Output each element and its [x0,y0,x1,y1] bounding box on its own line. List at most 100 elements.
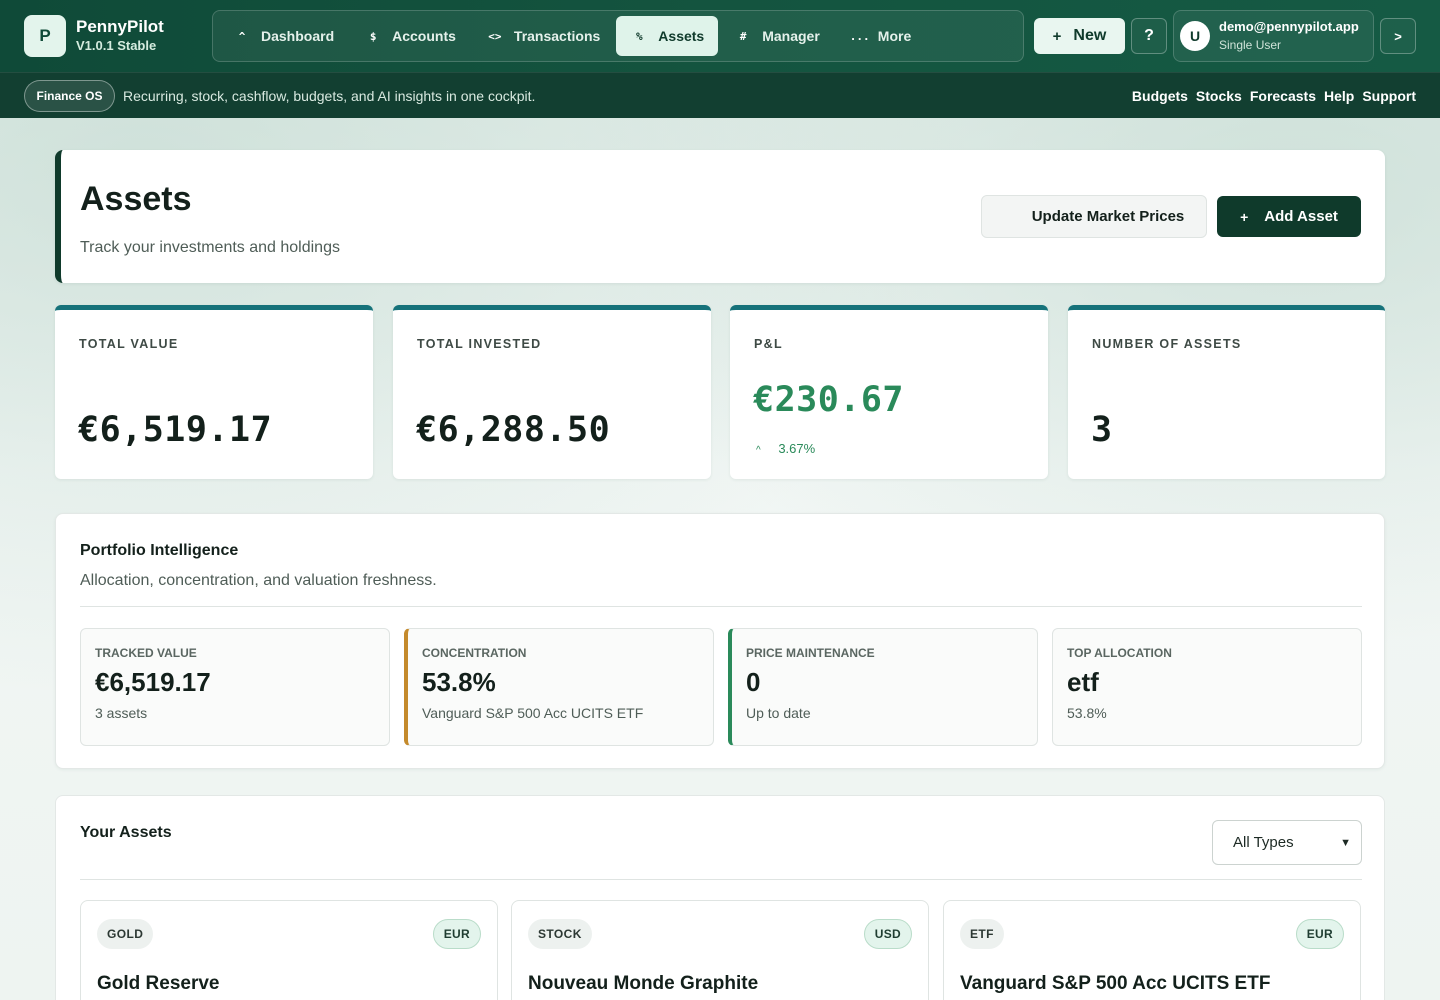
asset-name: Vanguard S&P 500 Acc UCITS ETF [960,973,1271,994]
nav-item-dashboard[interactable]: ^ Dashboard [219,16,348,56]
nav-item-label: More [877,28,912,44]
new-button[interactable]: + New [1034,18,1125,54]
currency-badge: USD [863,919,912,949]
currency-badge: EUR [432,919,481,949]
transfer-icon: <> [488,29,502,43]
plus-icon: + [1240,208,1249,225]
stat-value: €230.67 [753,380,905,420]
arrow-up-icon: ^ [756,445,761,456]
finance-os-badge: Finance OS [24,80,115,112]
divider [80,879,1362,880]
link-support[interactable]: Support [1362,88,1416,104]
stat-label: NUMBER OF ASSETS [1092,337,1242,351]
hash-icon: # [739,29,747,43]
asset-name: Nouveau Monde Graphite [528,973,759,994]
nav-item-label: Dashboard [261,28,335,44]
asset-name: Gold Reserve [97,973,220,994]
stat-number-of-assets: NUMBER OF ASSETS 3 [1068,305,1385,479]
user-menu[interactable]: U demo@pennypilot.app Single User [1173,10,1374,62]
stat-value: €6,288.50 [416,410,611,450]
asset-card[interactable]: ETF EUR Vanguard S&P 500 Acc UCITS ETF [943,900,1361,1000]
ellipsis-icon: ... [849,29,870,43]
card-sub: Vanguard S&P 500 Acc UCITS ETF [422,705,644,721]
pnl-change-value: 3.67% [778,441,816,456]
card-value: etf [1067,667,1099,697]
dollar-icon: $ [369,29,377,43]
card-sub: 3 assets [95,705,148,721]
stat-total-value: TOTAL VALUE €6,519.17 [55,305,373,479]
quick-links: Budgets Stocks Forecasts Help Support [1124,88,1416,104]
asset-type-select[interactable]: All Types ▼ [1212,820,1362,865]
stat-label: TOTAL VALUE [79,337,179,351]
update-market-prices-button[interactable]: Update Market Prices [981,195,1207,238]
card-sub: 53.8% [1067,705,1107,721]
nav-item-transactions[interactable]: <> Transactions [472,16,614,56]
add-asset-label: Add Asset [1264,208,1338,225]
asset-type-badge: ETF [960,919,1004,949]
stat-value: 3 [1091,410,1113,450]
card-label: CONCENTRATION [422,646,527,660]
add-asset-button[interactable]: + Add Asset [1217,196,1361,237]
stat-pnl: P&L €230.67 ^ 3.67% [730,305,1048,479]
card-label: TOP ALLOCATION [1067,646,1172,660]
stat-value: €6,519.17 [78,410,273,450]
card-sub: Up to date [746,705,811,721]
card-value: 0 [746,667,761,697]
tagline: Recurring, stock, cashflow, budgets, and… [123,88,536,104]
help-button[interactable]: ? [1131,18,1167,54]
card-value: 53.8% [422,667,496,697]
card-label: TRACKED VALUE [95,646,197,660]
user-role: Single User [1219,38,1282,52]
nav-item-label: Transactions [513,28,601,44]
card-value: €6,519.17 [95,667,211,697]
stat-label: TOTAL INVESTED [417,337,542,351]
tracked-value-card: TRACKED VALUE €6,519.17 3 assets [80,628,390,746]
sub-bar: Finance OS Recurring, stock, cashflow, b… [0,72,1440,118]
link-forecasts[interactable]: Forecasts [1250,88,1316,104]
new-button-label: New [1073,27,1107,44]
stat-label: P&L [754,337,783,351]
link-help[interactable]: Help [1324,88,1354,104]
section-title: Your Assets [80,824,172,841]
brand[interactable]: P PennyPilot V1.0.1 Stable [24,15,164,57]
select-value: All Types [1233,834,1294,851]
currency-badge: EUR [1295,919,1344,949]
section-title: Portfolio Intelligence [80,542,239,559]
dashboard-icon: ^ [238,29,246,43]
app-name: PennyPilot [76,17,164,36]
stat-total-invested: TOTAL INVESTED €6,288.50 [393,305,711,479]
page-header: Assets Track your investments and holdin… [55,150,1385,283]
price-maintenance-card: PRICE MAINTENANCE 0 Up to date [728,628,1038,746]
percent-icon: % [635,29,643,43]
brand-logo: P [24,15,66,57]
nav-item-assets[interactable]: % Assets [616,16,719,56]
nav-item-label: Accounts [392,28,456,44]
asset-type-badge: GOLD [97,919,154,949]
link-stocks[interactable]: Stocks [1196,88,1242,104]
nav-item-manager[interactable]: # Manager [720,16,834,56]
plus-icon: + [1052,27,1062,45]
avatar: U [1180,21,1210,51]
asset-card[interactable]: GOLD EUR Gold Reserve [80,900,498,1000]
main-nav: ^ Dashboard $ Accounts <> Transactions %… [212,10,1024,62]
page-subtitle: Track your investments and holdings [80,239,340,256]
pnl-change: ^ 3.67% [756,441,815,456]
nav-item-more[interactable]: ... More [836,16,925,56]
portfolio-intelligence: Portfolio Intelligence Allocation, conce… [55,513,1385,769]
card-label: PRICE MAINTENANCE [746,646,875,660]
divider [80,606,1362,607]
concentration-card: CONCENTRATION 53.8% Vanguard S&P 500 Acc… [404,628,714,746]
asset-type-badge: STOCK [528,919,592,949]
nav-item-label: Assets [658,28,705,44]
user-email: demo@pennypilot.app [1219,19,1359,34]
app-version: V1.0.1 Stable [76,38,157,53]
expand-button[interactable]: > [1380,18,1416,54]
nav-item-accounts[interactable]: $ Accounts [350,16,470,56]
top-bar: P PennyPilot V1.0.1 Stable ^ Dashboard $… [0,0,1440,72]
link-budgets[interactable]: Budgets [1132,88,1188,104]
top-allocation-card: TOP ALLOCATION etf 53.8% [1052,628,1362,746]
asset-card[interactable]: STOCK USD Nouveau Monde Graphite [511,900,929,1000]
nav-item-label: Manager [762,28,820,44]
page-title: Assets [80,180,192,218]
section-subtitle: Allocation, concentration, and valuation… [80,572,437,589]
